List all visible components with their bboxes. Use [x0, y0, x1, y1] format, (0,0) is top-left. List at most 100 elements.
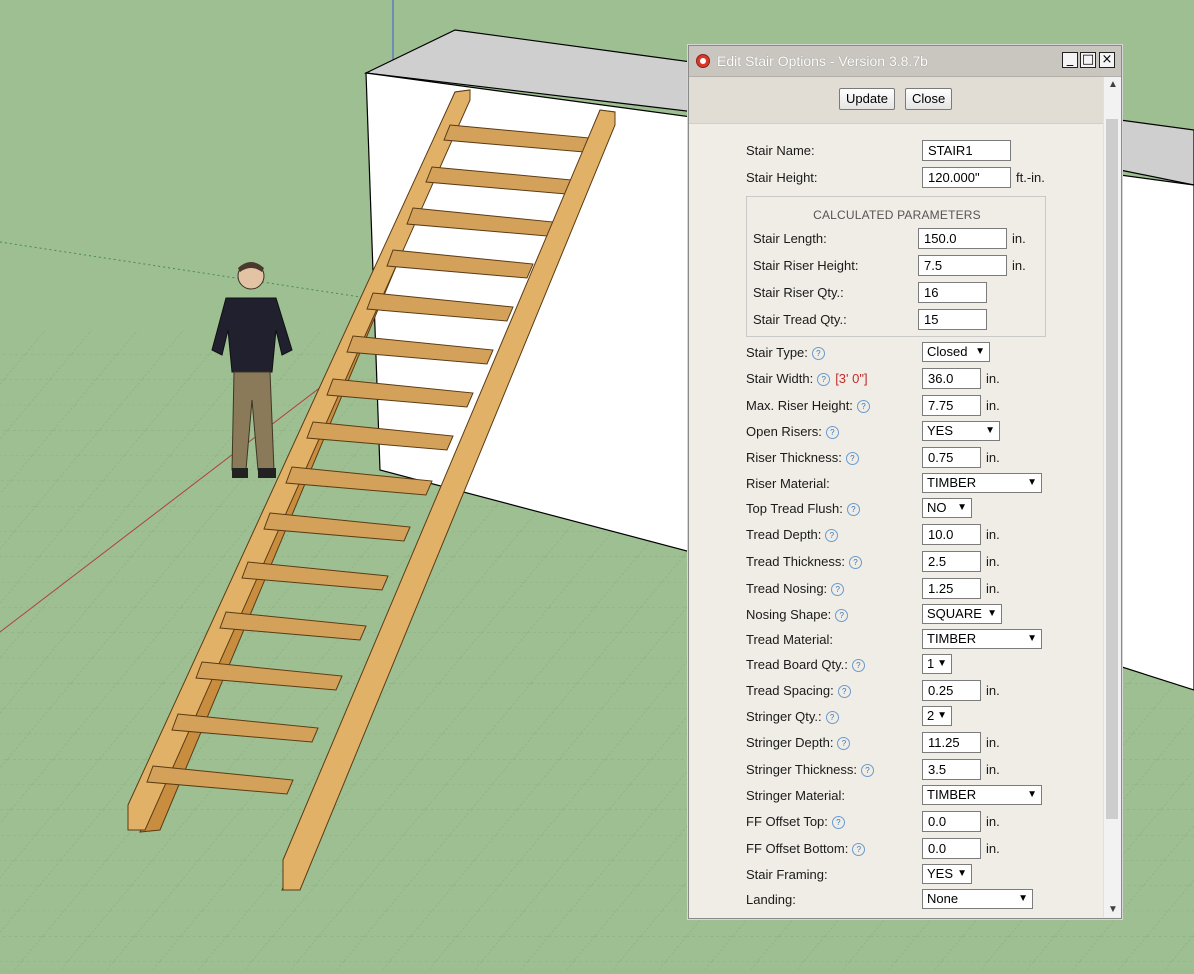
option-label-text: Stringer Depth:	[746, 735, 834, 750]
option-input[interactable]	[922, 447, 981, 468]
option-label-text: Tread Nosing:	[746, 581, 828, 596]
option-select[interactable]: TIMBER ▼	[922, 785, 1042, 805]
help-icon[interactable]: ?	[845, 452, 859, 465]
option-row: Stringer Depth:? in.	[689, 730, 1103, 756]
dialog-titlebar[interactable]: Edit Stair Options - Version 3.8.7b _ □ …	[689, 46, 1121, 77]
close-window-button[interactable]: ×	[1099, 52, 1115, 68]
select-value: Closed	[927, 344, 968, 359]
option-row: Tread Thickness:? in.	[689, 549, 1103, 575]
help-icon[interactable]: ?	[825, 426, 839, 439]
option-select[interactable]: Closed ▼	[922, 342, 990, 362]
scroll-up-arrow-icon[interactable]: ▲	[1108, 79, 1118, 90]
calc-unit: in.	[1012, 231, 1026, 246]
scrollbar[interactable]: ▲ ▼	[1103, 77, 1121, 917]
option-unit: in.	[986, 371, 1000, 386]
option-row: Stair Width:? [3' 0"] in.	[689, 366, 1103, 392]
help-icon[interactable]: ?	[811, 347, 825, 360]
option-input[interactable]	[922, 759, 981, 780]
scroll-thumb[interactable]	[1106, 119, 1118, 819]
option-row: Top Tread Flush:? NO ▼	[689, 496, 1103, 522]
stair-riser-height-input[interactable]	[918, 255, 1007, 276]
help-icon[interactable]: ?	[856, 400, 870, 413]
stair-riser-qty-input[interactable]	[918, 282, 987, 303]
option-input[interactable]	[922, 551, 981, 572]
option-input[interactable]	[922, 578, 981, 599]
close-button[interactable]: Close	[905, 88, 953, 110]
stair-length-input[interactable]	[918, 228, 1007, 249]
row-stair-height: Stair Height: ft.-in.	[689, 165, 1103, 191]
option-label: Stair Type:?	[746, 345, 825, 360]
help-icon[interactable]: ?	[817, 373, 831, 386]
option-label: Tread Nosing:?	[746, 581, 845, 596]
option-label-text: Stair Width:	[746, 371, 814, 386]
option-label: Stringer Material:	[746, 788, 845, 803]
option-row: FF Offset Top:? in.	[689, 809, 1103, 835]
help-icon[interactable]: ?	[846, 503, 860, 516]
help-icon[interactable]: ?	[861, 764, 875, 777]
option-select[interactable]: YES ▼	[922, 864, 972, 884]
option-label-text: Stringer Thickness:	[746, 762, 858, 777]
option-input[interactable]	[922, 395, 981, 416]
help-icon[interactable]: ?	[825, 529, 839, 542]
help-icon[interactable]: ?	[831, 816, 845, 829]
stair-tread-qty-input[interactable]	[918, 309, 987, 330]
help-icon[interactable]: ?	[835, 609, 849, 622]
help-icon[interactable]: ?	[852, 843, 866, 856]
option-select[interactable]: NO ▼	[922, 498, 972, 518]
option-unit: in.	[986, 581, 1000, 596]
calc-row: Stair Tread Qty.:	[747, 307, 1045, 333]
option-select[interactable]: YES ▼	[922, 421, 1000, 441]
option-label-text: FF Offset Top:	[746, 814, 828, 829]
option-input[interactable]	[922, 524, 981, 545]
option-input[interactable]	[922, 680, 981, 701]
option-label-text: Tread Spacing:	[746, 683, 834, 698]
calc-label: Stair Length:	[753, 231, 827, 246]
stair-name-input[interactable]	[922, 140, 1011, 161]
help-icon[interactable]: ?	[849, 556, 862, 569]
option-label-text: Nosing Shape:	[746, 607, 832, 622]
minimize-button[interactable]: _	[1062, 52, 1078, 68]
option-label: Tread Depth:?	[746, 527, 839, 542]
chevron-down-icon: ▼	[1027, 477, 1037, 488]
option-label-text: Top Tread Flush:	[746, 501, 843, 516]
option-row: Tread Board Qty.:? 1 ▼	[689, 652, 1103, 678]
option-input[interactable]	[922, 732, 981, 753]
option-select[interactable]: TIMBER ▼	[922, 473, 1042, 493]
option-input[interactable]	[922, 368, 981, 389]
calc-row: Stair Riser Height: in.	[747, 253, 1045, 279]
option-select[interactable]: SQUARE ▼	[922, 604, 1002, 624]
stair-name-label: Stair Name:	[746, 143, 815, 158]
calc-label: Stair Tread Qty.:	[753, 312, 847, 327]
option-select[interactable]: None ▼	[922, 889, 1033, 909]
select-value: SQUARE	[927, 606, 982, 621]
option-input[interactable]	[922, 811, 981, 832]
help-icon[interactable]: ?	[831, 583, 845, 596]
option-label: Top Tread Flush:?	[746, 501, 860, 516]
help-icon[interactable]: ?	[851, 659, 865, 672]
option-label-text: Stair Framing:	[746, 867, 828, 882]
option-select[interactable]: 2 ▼	[922, 706, 952, 726]
edit-stair-options-dialog[interactable]: Edit Stair Options - Version 3.8.7b _ □ …	[688, 45, 1122, 919]
option-row: Stringer Qty.:? 2 ▼	[689, 704, 1103, 730]
stair-height-input[interactable]	[922, 167, 1011, 188]
stair-height-unit: ft.-in.	[1016, 170, 1045, 185]
calc-row: Stair Riser Qty.:	[747, 280, 1045, 306]
update-button[interactable]: Update	[839, 88, 895, 110]
option-select[interactable]: 1 ▼	[922, 654, 952, 674]
maximize-button[interactable]: □	[1080, 52, 1096, 68]
option-row: Riser Material: TIMBER ▼	[689, 471, 1103, 497]
stair-options-form: Stair Name: Stair Height: ft.-in. CALCUL…	[689, 124, 1103, 917]
help-icon[interactable]: ?	[837, 685, 851, 698]
width-note: [3' 0"]	[835, 371, 868, 386]
calculated-parameters-title: CALCULATED PARAMETERS	[813, 208, 981, 222]
help-icon[interactable]: ?	[825, 711, 839, 724]
option-input[interactable]	[922, 838, 981, 859]
scroll-down-arrow-icon[interactable]: ▼	[1108, 904, 1118, 915]
option-row: Open Risers:? YES ▼	[689, 419, 1103, 445]
option-label: Open Risers:?	[746, 424, 839, 439]
help-icon[interactable]: ?	[837, 737, 851, 750]
option-select[interactable]: TIMBER ▼	[922, 629, 1042, 649]
option-unit: in.	[986, 450, 1000, 465]
option-row: Stringer Thickness:? in.	[689, 757, 1103, 783]
option-label-text: Stair Type:	[746, 345, 808, 360]
